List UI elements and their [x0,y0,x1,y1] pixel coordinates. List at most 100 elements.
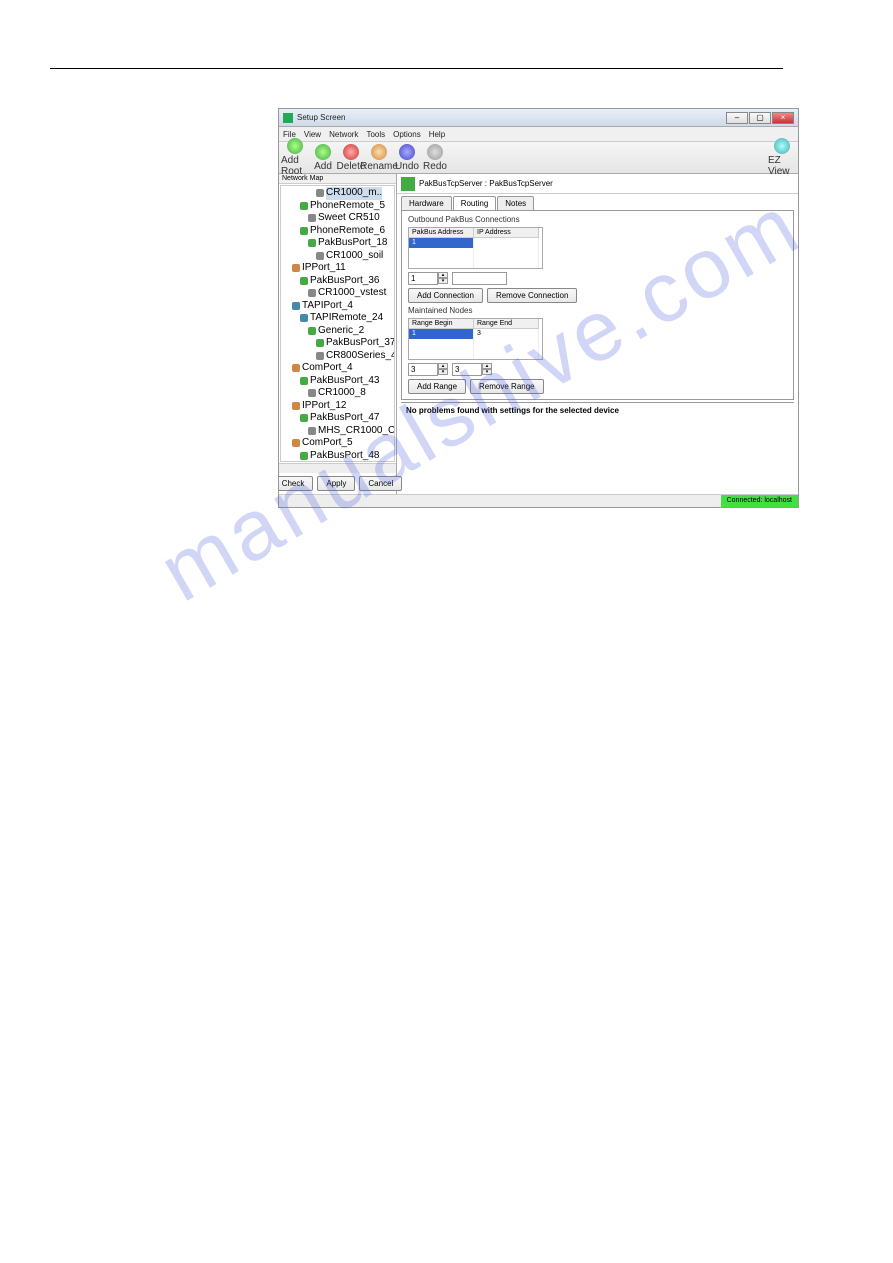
add-connection-button[interactable]: Add Connection [408,288,483,303]
menu-options[interactable]: Options [393,130,421,139]
tab-strip: Hardware Routing Notes [397,194,798,210]
close-button[interactable]: × [772,112,794,124]
tree-node-label: PhoneRemote_5 [310,200,385,213]
tree-node-label: ComPort_4 [302,362,353,375]
tree-node-label: PakBusPort_48 [310,450,380,463]
undo-icon [399,144,415,160]
network-tree[interactable]: CR1000_m..PhoneRemote_5Sweet CR510PhoneR… [280,185,395,462]
col-ip-address: IP Address [474,228,539,238]
tree-node-label: CR1000_m.. [326,187,382,200]
tree-node[interactable]: PhoneRemote_5 [282,200,393,213]
network-map-header: Network Map [279,174,396,184]
tree-node-label: TAPIPort_4 [302,300,353,313]
tree-node[interactable]: CR1000_vstest [282,287,393,300]
horizontal-scrollbar[interactable] [279,463,396,473]
maintained-cell[interactable]: 3 [474,329,539,339]
remote-icon [300,202,308,210]
delete-icon [343,144,359,160]
tree-node-label: PhoneRemote_6 [310,225,385,238]
menu-tools[interactable]: Tools [366,130,385,139]
ip-address-input[interactable] [452,272,507,285]
tree-node[interactable]: PakBusPort_47 [282,412,393,425]
tree-node-label: CR800Series_4 [326,350,395,363]
pakbus-address-spinner[interactable]: ▴▾ [408,272,448,285]
spin-down-icon[interactable]: ▾ [482,369,492,375]
range-end-spinner[interactable]: ▴▾ [452,363,492,376]
tree-node-label: Sweet CR510 [318,212,380,225]
dev-icon [316,189,324,197]
add-root-icon [287,138,303,154]
tree-node[interactable]: PakBusPort_18 [282,237,393,250]
outbound-cell[interactable] [474,238,539,248]
pakbus-address-input[interactable] [408,272,438,285]
tree-node-label: PakBusPort_18 [318,237,388,250]
tree-node[interactable]: ComPort_5 [282,437,393,450]
menu-help[interactable]: Help [429,130,445,139]
tree-node[interactable]: CR1000_m.. [282,187,393,200]
add-range-button[interactable]: Add Range [408,379,466,394]
left-panel: Network Map CR1000_m..PhoneRemote_5Sweet… [279,174,397,494]
tree-node[interactable]: MHS_CR1000_Carpark [282,425,393,438]
range-end-input[interactable] [452,363,482,376]
body-area: Network Map CR1000_m..PhoneRemote_5Sweet… [279,174,798,494]
tree-node[interactable]: PakBusPort_37 [282,337,393,350]
titlebar[interactable]: Setup Screen – ▢ × [279,109,798,127]
ez-view-button[interactable]: EZ View [768,138,796,177]
dev-icon [316,252,324,260]
check-button[interactable]: Check [279,476,313,491]
redo-icon [427,144,443,160]
setup-screen-window: Setup Screen – ▢ × File View Network Too… [278,108,799,508]
tree-node[interactable]: IPPort_12 [282,400,393,413]
tree-node[interactable]: Sweet CR510 [282,212,393,225]
rename-icon [371,144,387,160]
tapi-icon [292,302,300,310]
tree-node[interactable]: PhoneRemote_6 [282,225,393,238]
menu-network[interactable]: Network [329,130,358,139]
app-icon [283,113,293,123]
tree-node[interactable]: TAPIPort_4 [282,300,393,313]
tab-routing[interactable]: Routing [453,196,497,210]
tree-node[interactable]: ComPort_4 [282,362,393,375]
tree-node[interactable]: CR1000_soil [282,250,393,263]
range-begin-spinner[interactable]: ▴▾ [408,363,448,376]
range-begin-input[interactable] [408,363,438,376]
tab-notes[interactable]: Notes [497,196,534,210]
remote-icon [300,227,308,235]
tab-hardware[interactable]: Hardware [401,196,452,210]
remove-connection-button[interactable]: Remove Connection [487,288,577,303]
tree-node[interactable]: CR1000_8 [282,387,393,400]
undo-button[interactable]: Undo [393,144,421,172]
tree-node-label: Generic_2 [318,325,364,338]
remove-range-button[interactable]: Remove Range [470,379,544,394]
maximize-button[interactable]: ▢ [749,112,771,124]
outbound-grid[interactable]: PakBus Address IP Address 1 [408,227,543,269]
spin-down-icon[interactable]: ▾ [438,278,448,284]
pb-icon [316,339,324,347]
routing-tab-content: Outbound PakBus Connections PakBus Addre… [401,210,794,400]
add-button[interactable]: Add [309,144,337,172]
tree-node[interactable]: TAPIRemote_24 [282,312,393,325]
connection-status: Connected: localhost [721,495,798,507]
outbound-cell[interactable]: 1 [409,238,474,248]
pb-icon [300,452,308,460]
cancel-button[interactable]: Cancel [359,476,402,491]
add-root-button[interactable]: Add Root [281,138,309,177]
apply-button[interactable]: Apply [317,476,355,491]
port-icon [292,264,300,272]
tree-node[interactable]: CR800Series_4 [282,350,393,363]
tree-node[interactable]: Generic_2 [282,325,393,338]
tree-node-label: PakBusPort_36 [310,275,380,288]
rename-button[interactable]: Rename [365,144,393,172]
spin-down-icon[interactable]: ▾ [438,369,448,375]
maintained-cell[interactable]: 1 [409,329,474,339]
col-range-end: Range End [474,319,539,329]
redo-button[interactable]: Redo [421,144,449,172]
tree-node[interactable]: PakBusPort_36 [282,275,393,288]
port-icon [292,402,300,410]
tree-node[interactable]: PakBusPort_48 [282,450,393,463]
pb-icon [300,377,308,385]
minimize-button[interactable]: – [726,112,748,124]
tree-node[interactable]: IPPort_11 [282,262,393,275]
tree-node[interactable]: PakBusPort_43 [282,375,393,388]
maintained-grid[interactable]: Range Begin Range End 1 3 [408,318,543,360]
